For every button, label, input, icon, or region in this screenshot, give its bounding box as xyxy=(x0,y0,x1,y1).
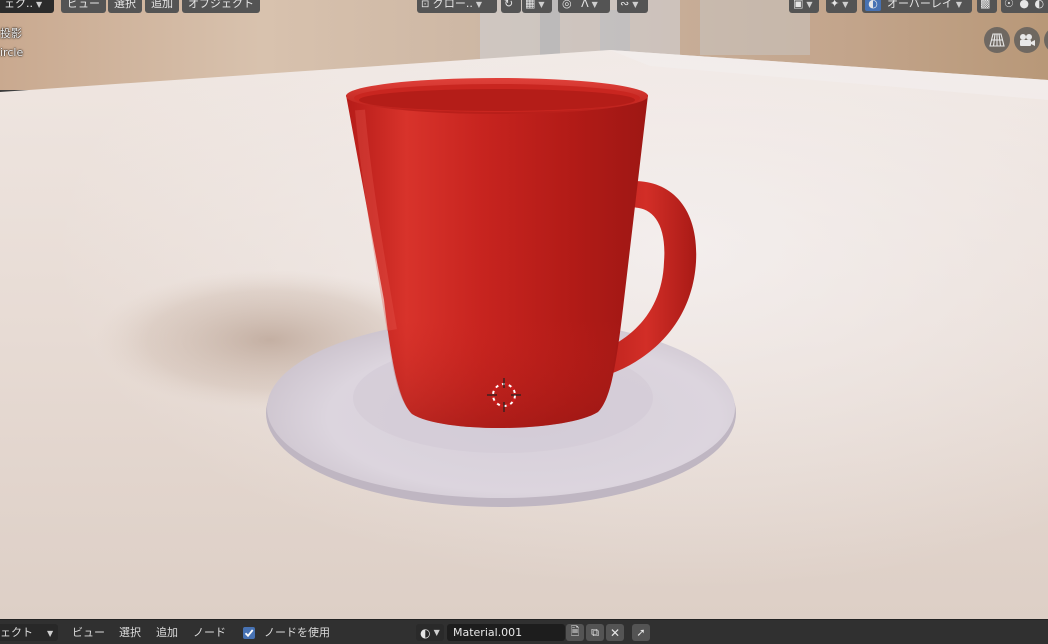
use-nodes-label: ノードを使用 xyxy=(264,626,330,639)
grid-perspective-icon xyxy=(989,33,1005,47)
use-nodes-checkbox[interactable] xyxy=(243,627,255,639)
node-menu-view[interactable]: ビュー xyxy=(72,624,105,641)
proportional-edit-button[interactable]: ◎ Λ ▼ xyxy=(558,0,610,13)
xray-icon: ▩ xyxy=(980,0,991,10)
wireframe-shading-icon[interactable]: ☉ xyxy=(1004,0,1014,10)
node-menu-select[interactable]: 選択 xyxy=(119,624,141,641)
snap-icon: ▦ xyxy=(525,0,536,10)
chevron-down-icon: ▼ xyxy=(632,0,639,9)
menu-add[interactable]: 追加 xyxy=(145,0,179,13)
rendered-scene xyxy=(0,0,1048,619)
chevron-down-icon: ▼ xyxy=(591,0,598,9)
transform-orientation-dropdown[interactable]: ⊡ グロー.. ▼ xyxy=(417,0,497,13)
pivot-icon: ↻ xyxy=(504,0,514,10)
transform-orientation-label: グロー.. xyxy=(432,0,473,10)
checkmark-icon xyxy=(244,629,254,638)
material-name-field[interactable]: Material.001 xyxy=(447,624,565,641)
material-browse-button[interactable]: ◐ ▼ xyxy=(416,624,444,641)
duplicate-material-button[interactable]: ⧉ xyxy=(586,624,604,641)
active-object-label: ircle xyxy=(0,46,24,59)
menu-select[interactable]: 選択 xyxy=(108,0,142,13)
solid-shading-icon[interactable]: ● xyxy=(1019,0,1029,10)
object-types-icon: ▣ xyxy=(793,0,804,10)
chevron-down-icon: ▼ xyxy=(47,629,54,638)
falloff-dropdown[interactable]: ∾ ▼ xyxy=(617,0,648,13)
mode-dropdown-label: ェク.. xyxy=(4,0,33,10)
camera-icon xyxy=(1020,34,1035,46)
chevron-down-icon: ▼ xyxy=(806,0,813,9)
xray-toggle[interactable]: ▩ xyxy=(977,0,997,13)
chevron-down-icon: ▼ xyxy=(433,628,440,637)
overlay-label: オーバーレイ xyxy=(887,0,953,10)
unlink-material-button[interactable]: ✕ xyxy=(606,624,624,641)
overlay-toggle-icon[interactable]: ◐ xyxy=(865,0,881,11)
visibility-dropdown[interactable]: ▣ ▼ xyxy=(789,0,819,13)
chevron-down-icon: ▼ xyxy=(36,0,43,9)
pin-button[interactable]: ➚ xyxy=(632,624,650,641)
duplicate-icon: ⧉ xyxy=(591,625,599,639)
chevron-down-icon: ▼ xyxy=(475,0,483,9)
node-menu-add[interactable]: 追加 xyxy=(156,624,178,641)
close-icon: ✕ xyxy=(609,625,621,640)
chevron-down-icon: ▼ xyxy=(538,0,545,9)
3d-viewport[interactable]: 投影 ircle ェク.. ▼ ビュー 選択 追加 オブジェクト ⊡ グロー.. ▼… xyxy=(0,0,1048,619)
menu-view[interactable]: ビュー xyxy=(61,0,106,13)
material-name: Material.001 xyxy=(453,626,523,639)
shading-mode-group[interactable]: ☉ ● ◐ xyxy=(1001,0,1048,13)
gizmo-icon: ✦ xyxy=(830,0,840,10)
fake-user-button[interactable]: 🗎 xyxy=(566,624,584,641)
camera-view-button[interactable] xyxy=(1014,27,1040,53)
view-projection-label: 投影 xyxy=(0,27,22,40)
falloff-icon: Λ xyxy=(581,0,589,10)
editor-type-label: ェクト xyxy=(0,626,33,639)
orientation-axis-icon: ⊡ xyxy=(421,0,430,10)
document-icon: 🗎 xyxy=(570,625,580,638)
gizmo-dropdown[interactable]: ✦ ▼ xyxy=(826,0,857,13)
node-editor-header: ェクト ▼ ビュー 選択 追加 ノード ノードを使用 ◐ ▼ Material.00… xyxy=(0,619,1048,644)
pivot-point-button[interactable]: ↻ xyxy=(501,0,521,13)
node-menu-node[interactable]: ノード xyxy=(193,624,226,641)
material-sphere-icon: ◐ xyxy=(420,625,431,640)
curve-icon: ∾ xyxy=(620,0,630,10)
menu-object[interactable]: オブジェクト xyxy=(182,0,260,13)
chevron-down-icon: ▼ xyxy=(842,0,849,9)
mode-dropdown[interactable]: ェク.. ▼ xyxy=(0,0,54,13)
proportional-edit-icon: ◎ xyxy=(562,0,572,10)
object-shader-type-dropdown[interactable]: ェクト ▼ xyxy=(0,624,58,641)
overlay-dropdown[interactable]: ◐ オーバーレイ ▼ xyxy=(862,0,972,13)
material-shading-icon[interactable]: ◐ xyxy=(1034,0,1044,10)
pin-icon: ➚ xyxy=(636,626,646,639)
snap-button[interactable]: ▦ ▼ xyxy=(522,0,552,13)
chevron-down-icon: ▼ xyxy=(955,0,963,9)
toggle-perspective-button[interactable] xyxy=(984,27,1010,53)
